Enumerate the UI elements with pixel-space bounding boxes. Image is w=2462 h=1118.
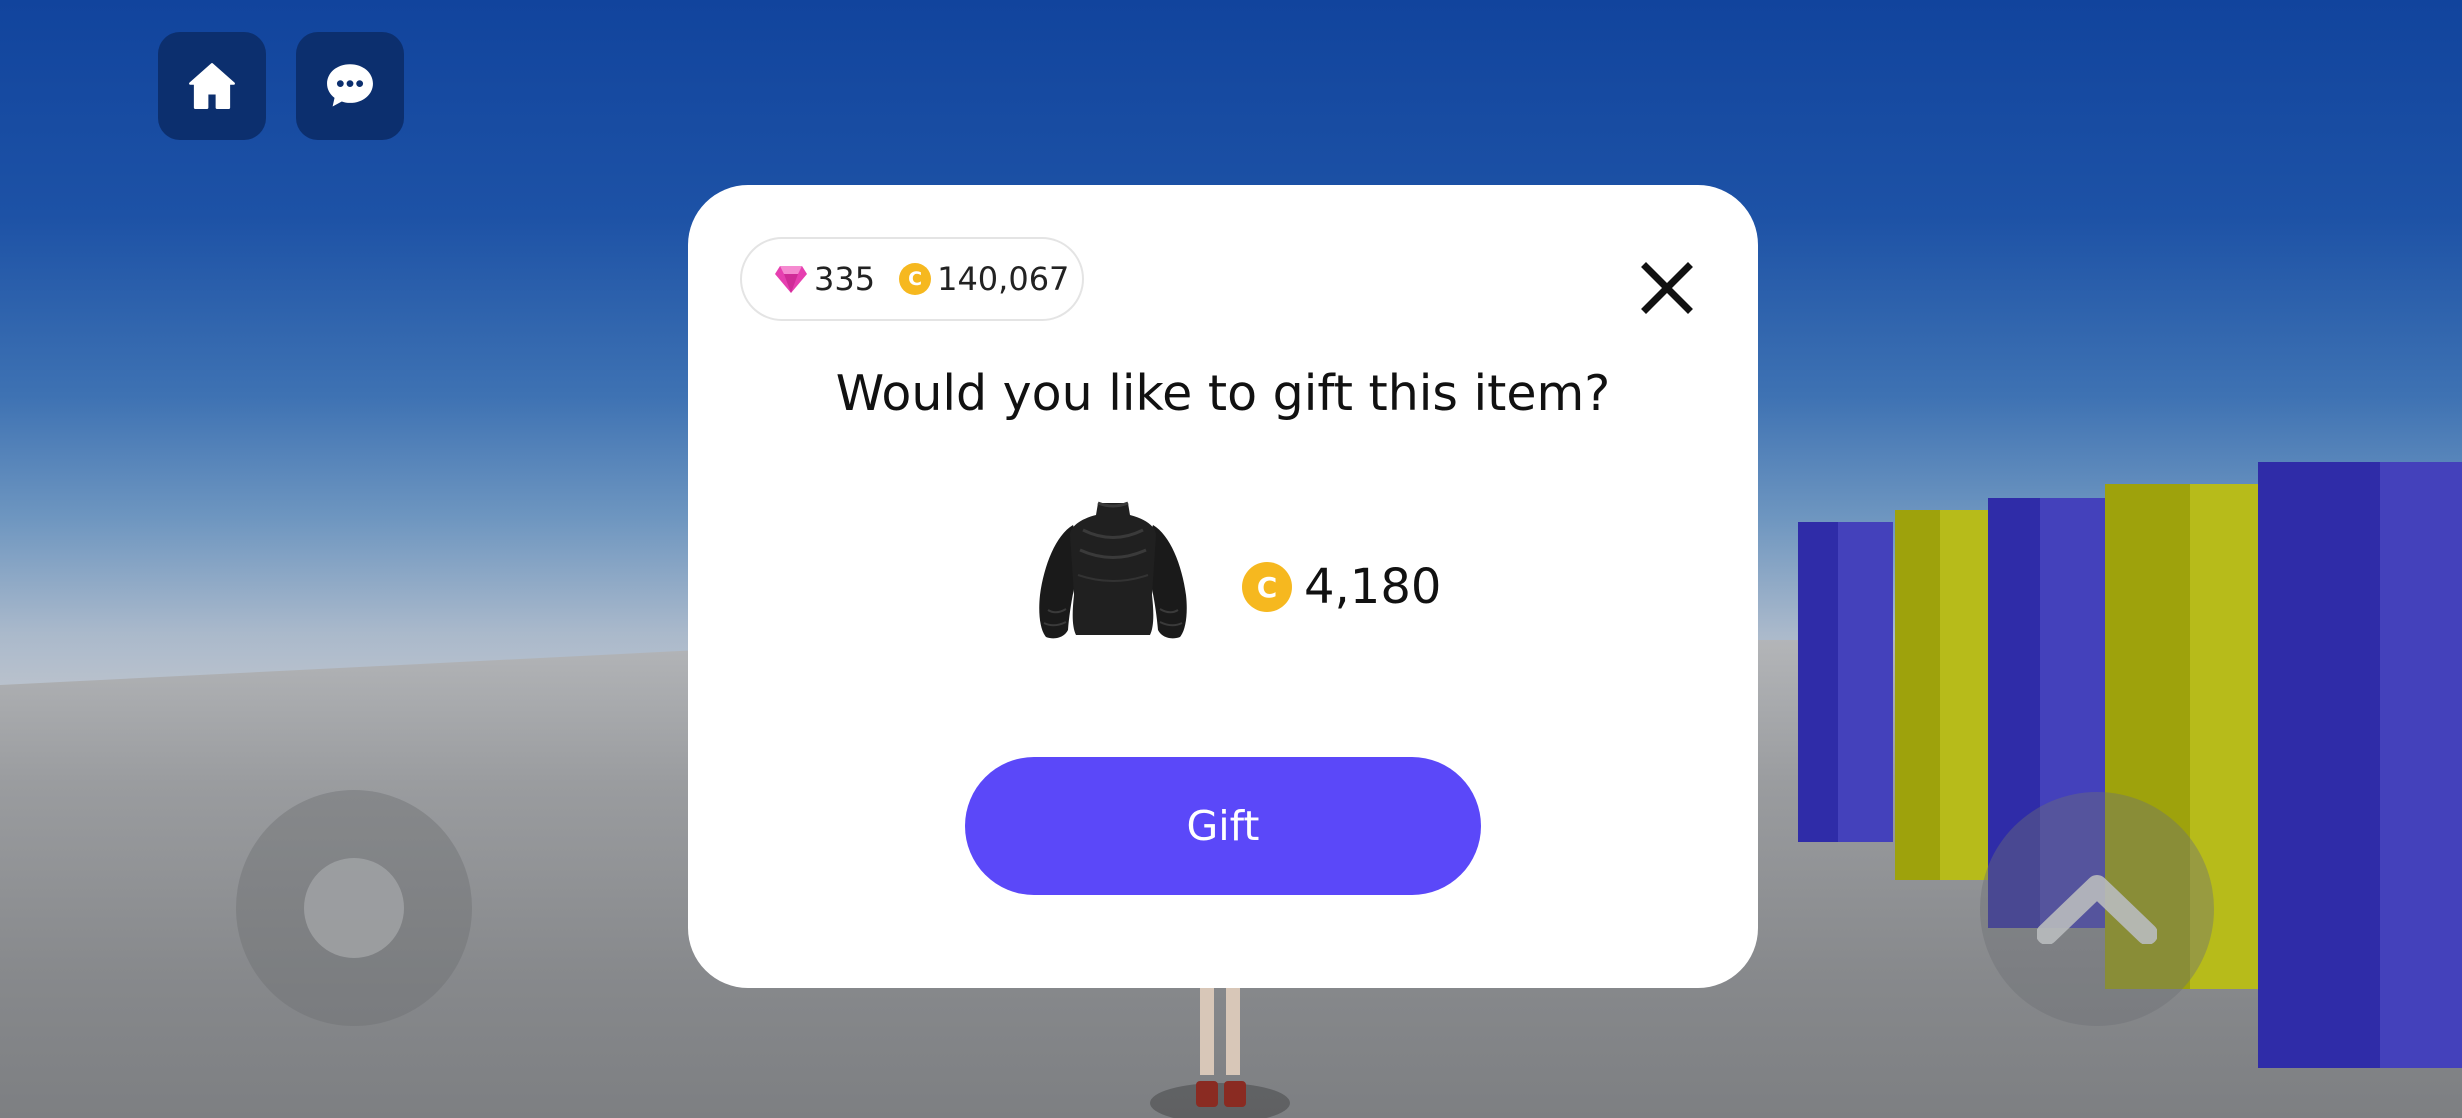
chevron-up-icon bbox=[2037, 875, 2157, 944]
gem-icon bbox=[775, 266, 807, 293]
chat-bubble-icon bbox=[327, 64, 373, 107]
dialog-title: Would you like to gift this item? bbox=[835, 365, 1611, 422]
coin-icon: C bbox=[1242, 562, 1292, 612]
blue-block-side bbox=[2380, 462, 2462, 1068]
close-button[interactable] bbox=[1636, 257, 1698, 319]
joystick-knob[interactable] bbox=[304, 858, 404, 958]
home-icon bbox=[189, 63, 235, 109]
item-price: 4,180 bbox=[1304, 559, 1442, 615]
gift-dialog: 335 C 140,067 Would you like to gift thi… bbox=[688, 185, 1758, 988]
gift-button[interactable]: Gift bbox=[965, 757, 1481, 895]
jump-button[interactable] bbox=[1980, 792, 2214, 1026]
yellow-block-side bbox=[1940, 510, 1990, 880]
chat-button[interactable] bbox=[296, 32, 404, 140]
player-avatar bbox=[1150, 975, 1290, 1118]
coin-icon: C bbox=[899, 263, 932, 295]
sweater-dress-item-icon bbox=[1039, 501, 1187, 639]
close-icon bbox=[1641, 262, 1693, 314]
currency-balance: 335 C 140,067 bbox=[740, 237, 1084, 321]
home-button[interactable] bbox=[158, 32, 266, 140]
blue-block-side bbox=[1838, 522, 1893, 842]
movement-joystick[interactable] bbox=[236, 790, 472, 1026]
gem-count: 335 bbox=[814, 260, 876, 298]
coin-count: 140,067 bbox=[937, 260, 1070, 298]
